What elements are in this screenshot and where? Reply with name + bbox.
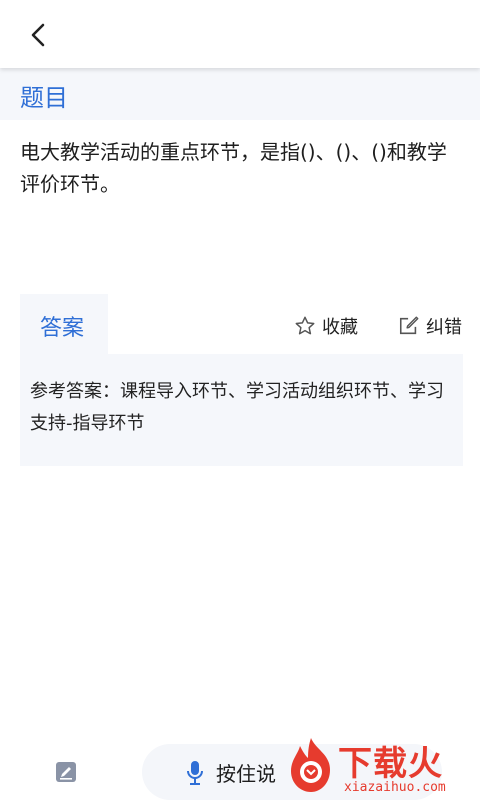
pencil-icon [56,762,76,782]
answer-panel: 参考答案：课程导入环节、学习活动组织环节、学习支持-指导环节 [20,354,463,466]
report-error-label: 纠错 [426,317,462,338]
watermark-domain: xiazaihuo.com [344,780,446,795]
edit-square-icon [399,316,419,335]
watermark: 下载火 xiazaihuo.com [286,734,480,800]
report-error-button[interactable]: 纠错 [398,312,462,340]
top-bar [0,0,480,68]
tab-answer[interactable]: 答案 [20,294,108,356]
microphone-icon [187,761,203,785]
question-section-header: 题目 [0,68,480,120]
note-button[interactable] [54,760,78,784]
tab-answer-label: 答案 [40,316,85,341]
hold-to-talk-label: 按住说 [216,762,276,786]
section-title: 题目 [20,84,68,112]
chevron-left-icon [31,23,45,47]
flame-logo-icon [291,738,330,792]
watermark-brand: 下载火 [338,744,443,784]
favorite-label: 收藏 [322,317,358,338]
question-text: 电大教学活动的重点环节，是指()、()、()和教学评价环节。 [20,140,447,196]
answer-text: 参考答案：课程导入环节、学习活动组织环节、学习支持-指导环节 [30,381,444,434]
star-outline-icon [295,316,315,335]
back-button[interactable] [22,18,54,52]
favorite-button[interactable]: 收藏 [294,312,358,340]
